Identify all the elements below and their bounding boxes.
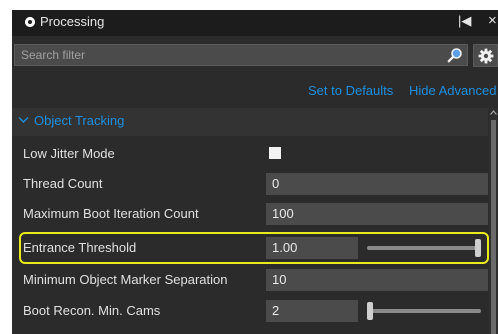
entrance-threshold-slider[interactable] [364, 237, 486, 259]
hide-advanced-link[interactable]: Hide Advanced [409, 83, 496, 98]
close-icon[interactable]: × [488, 12, 497, 29]
low-jitter-checkbox[interactable] [269, 147, 281, 159]
settings-button[interactable] [473, 44, 498, 67]
gear-icon [478, 48, 494, 64]
section-header-object-tracking[interactable]: Object Tracking [12, 108, 488, 136]
set-to-defaults-link[interactable]: Set to Defaults [308, 83, 393, 98]
property-label: Entrance Threshold [23, 240, 137, 255]
scrollbar[interactable] [489, 108, 498, 334]
property-label: Low Jitter Mode [23, 146, 115, 161]
search-input[interactable] [15, 45, 441, 65]
property-row-low-jitter-mode: Low Jitter Mode [12, 140, 488, 168]
property-row-min-object-marker-separation: Minimum Object Marker Separation 10 [12, 266, 488, 294]
max-boot-iteration-field[interactable]: 100 [266, 203, 488, 225]
property-label: Thread Count [23, 176, 103, 191]
search-icon[interactable] [447, 47, 463, 63]
property-label: Maximum Boot Iteration Count [23, 206, 199, 221]
property-row-max-boot-iteration-count: Maximum Boot Iteration Count 100 [12, 200, 488, 228]
radio-dot-icon [25, 17, 35, 27]
chevron-down-icon [18, 117, 29, 123]
scrollbar-thumb[interactable] [491, 120, 496, 334]
title-bar: Processing |◀ × [12, 10, 498, 36]
slider-handle[interactable] [367, 302, 373, 320]
section-label: Object Tracking [34, 113, 125, 128]
boot-recon-min-cams-field[interactable]: 2 [266, 300, 358, 322]
property-row-entrance-threshold: Entrance Threshold 1.00 [12, 234, 488, 262]
thread-count-field[interactable]: 0 [266, 173, 488, 195]
property-row-boot-recon-min-cams: Boot Recon. Min. Cams 2 [12, 297, 488, 325]
processing-panel: Processing |◀ × Set to Defaults [12, 10, 498, 334]
slider-track [367, 246, 481, 250]
min-marker-separation-field[interactable]: 10 [266, 269, 488, 291]
boot-recon-min-cams-slider[interactable] [364, 300, 486, 322]
entrance-threshold-field[interactable]: 1.00 [266, 237, 358, 259]
slider-track [367, 309, 481, 313]
collapse-icon[interactable]: |◀ [458, 13, 471, 29]
property-label: Minimum Object Marker Separation [23, 272, 228, 287]
slider-handle[interactable] [475, 239, 481, 257]
property-label: Boot Recon. Min. Cams [23, 303, 161, 318]
search-box [14, 44, 468, 66]
property-row-thread-count: Thread Count 0 [12, 170, 488, 198]
scroll-up-icon[interactable] [490, 110, 497, 115]
panel-title: Processing [40, 14, 105, 29]
